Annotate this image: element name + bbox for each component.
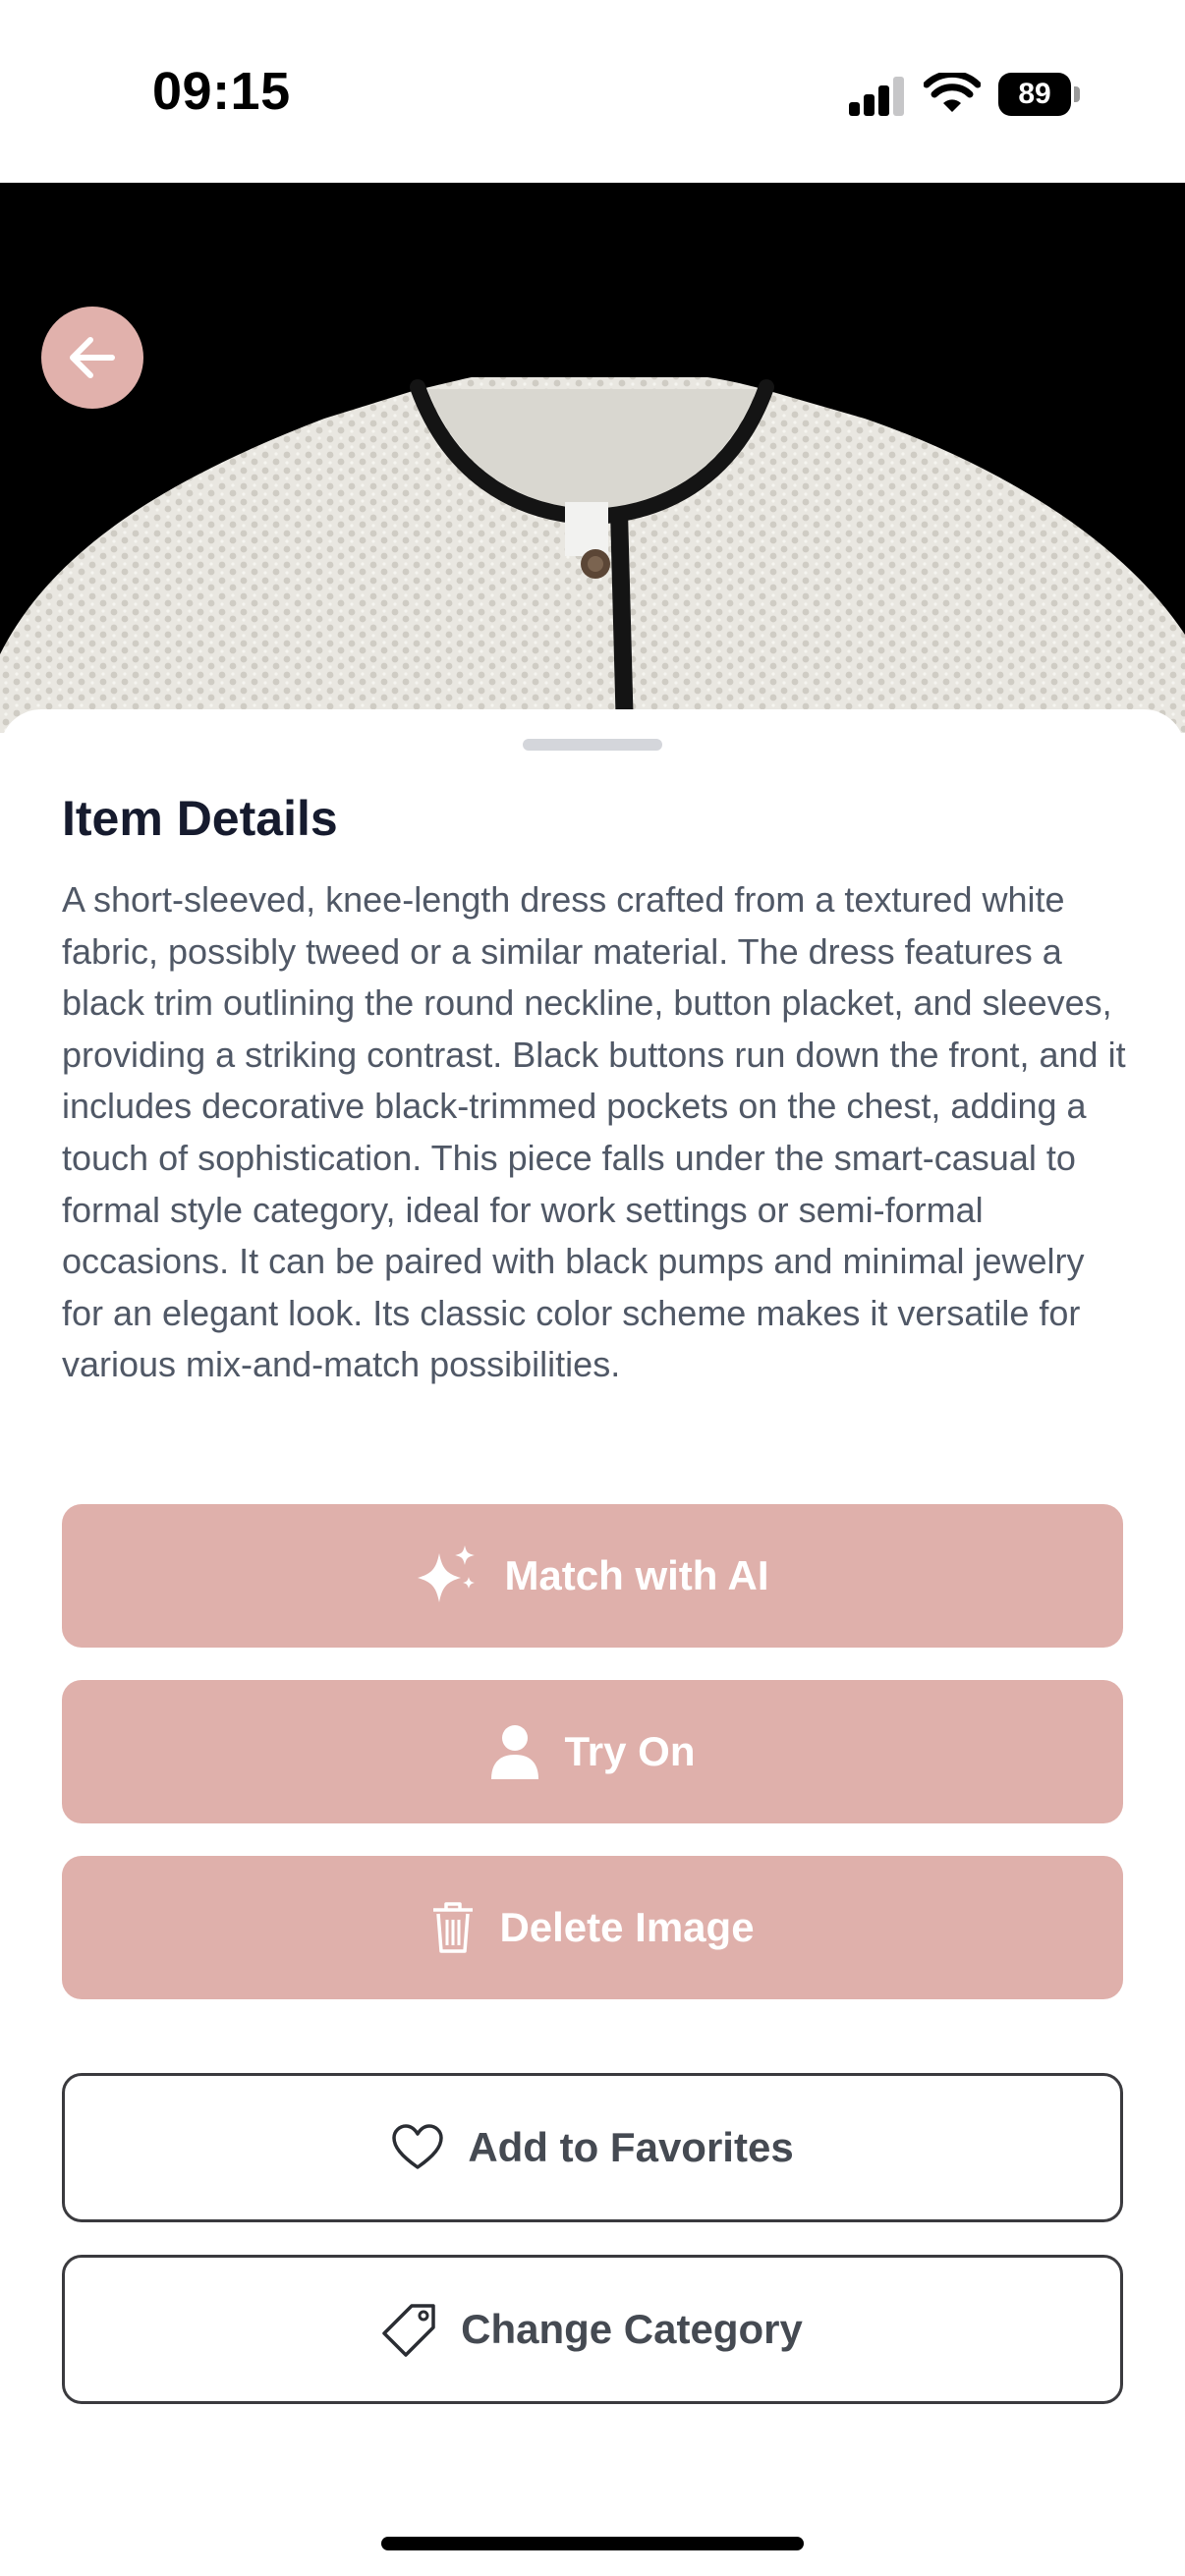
garment-image <box>0 183 1185 733</box>
sheet-title: Item Details <box>62 791 338 846</box>
back-button[interactable] <box>41 307 143 409</box>
change-category-label: Change Category <box>461 2306 803 2352</box>
person-icon <box>489 1724 540 1779</box>
item-description: A short-sleeved, knee-length dress craft… <box>62 879 1126 1385</box>
details-sheet: Item Details A short-sleeved, knee-lengt… <box>0 709 1185 2576</box>
try-on-button[interactable]: Try On <box>62 1680 1123 1823</box>
item-photo <box>0 183 1185 733</box>
delete-image-button[interactable]: Delete Image <box>62 1856 1123 1999</box>
battery-level: 89 <box>998 73 1071 116</box>
add-to-favorites-label: Add to Favorites <box>468 2124 794 2170</box>
match-with-ai-button[interactable]: Match with AI <box>62 1504 1123 1648</box>
wifi-icon <box>924 73 981 112</box>
tag-icon <box>382 2302 437 2357</box>
item-details-screen: 09:15 89 Item Details A short-sleeved, k… <box>0 0 1185 2576</box>
heart-icon <box>391 2124 444 2171</box>
status-bar: 09:15 89 <box>0 0 1185 183</box>
trash-icon <box>430 1900 476 1955</box>
sheet-grabber[interactable] <box>523 739 662 751</box>
change-category-button[interactable]: Change Category <box>62 2255 1123 2404</box>
battery-tip <box>1074 86 1080 102</box>
try-on-label: Try On <box>564 1728 696 1774</box>
match-with-ai-label: Match with AI <box>504 1552 769 1598</box>
add-to-favorites-button[interactable]: Add to Favorites <box>62 2073 1123 2222</box>
status-time: 09:15 <box>152 62 291 121</box>
home-indicator[interactable] <box>381 2537 804 2550</box>
cellular-signal-icon <box>849 77 906 116</box>
battery-indicator: 89 <box>998 73 1081 116</box>
delete-image-label: Delete Image <box>499 1904 755 1950</box>
arrow-left-icon <box>70 337 115 378</box>
sparkles-icon <box>416 1545 480 1606</box>
